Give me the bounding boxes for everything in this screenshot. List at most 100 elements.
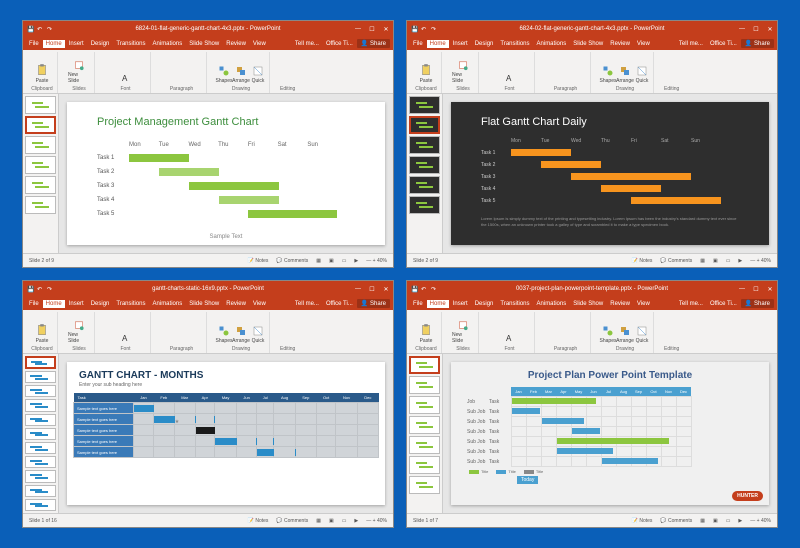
slide-thumbnail[interactable]	[409, 416, 440, 434]
save-icon[interactable]: 💾	[411, 286, 418, 293]
font-button[interactable]: A	[503, 60, 517, 84]
close-button[interactable]: ✕	[379, 26, 393, 33]
view-reading-icon[interactable]: ▭	[342, 258, 347, 264]
slide-thumbnail[interactable]	[25, 399, 56, 411]
slide-thumbnail[interactable]	[25, 196, 56, 214]
tab-review[interactable]: Review	[607, 300, 633, 308]
save-icon[interactable]: 💾	[411, 26, 418, 33]
view-sorter-icon[interactable]: ▣	[329, 258, 334, 264]
notes-button[interactable]: 📝 Notes	[632, 258, 653, 264]
tab-review[interactable]: Review	[607, 40, 633, 48]
minimize-button[interactable]: —	[735, 286, 749, 293]
tab-view[interactable]: View	[250, 300, 269, 308]
thumbnail-panel[interactable]	[407, 94, 443, 253]
thumbnail-panel[interactable]	[23, 354, 59, 513]
slide-thumbnail[interactable]	[409, 156, 440, 174]
slide-thumbnail[interactable]	[25, 414, 56, 426]
comments-button[interactable]: 💬 Comments	[276, 518, 308, 524]
tab-home[interactable]: Home	[43, 300, 65, 308]
share-button[interactable]: 👤 Share	[741, 299, 774, 308]
redo-icon[interactable]: ↷	[431, 286, 438, 293]
slide-thumbnail[interactable]	[409, 116, 440, 134]
maximize-button[interactable]: ☐	[365, 26, 379, 33]
paste-button[interactable]: Paste	[31, 60, 53, 84]
font-button[interactable]: A	[119, 320, 133, 344]
tab-transitions[interactable]: Transitions	[497, 40, 532, 48]
new-slide-button[interactable]: New Slide	[68, 320, 90, 344]
tab-review[interactable]: Review	[223, 300, 249, 308]
tab-design[interactable]: Design	[88, 300, 113, 308]
slide-thumbnail[interactable]	[25, 485, 56, 497]
thumbnail-panel[interactable]	[23, 94, 59, 253]
share-button[interactable]: 👤 Share	[741, 39, 774, 48]
tab-insert[interactable]: Insert	[450, 300, 471, 308]
slide-thumbnail[interactable]	[409, 356, 440, 374]
share-button[interactable]: 👤 Share	[357, 299, 390, 308]
slide-canvas[interactable]: GANTT CHART - MONTHS Enter your sub head…	[67, 362, 385, 505]
close-button[interactable]: ✕	[763, 286, 777, 293]
view-slideshow-icon[interactable]: ▶	[354, 518, 358, 524]
new-slide-button[interactable]: New Slide	[452, 320, 474, 344]
comments-button[interactable]: 💬 Comments	[276, 258, 308, 264]
tab-file[interactable]: File	[26, 40, 42, 48]
redo-icon[interactable]: ↷	[47, 26, 54, 33]
tab-home[interactable]: Home	[43, 40, 65, 48]
slide-thumbnail[interactable]	[25, 499, 56, 511]
view-normal-icon[interactable]: ▦	[316, 518, 321, 524]
view-reading-icon[interactable]: ▭	[726, 258, 731, 264]
arrange-button[interactable]: Arrange	[234, 60, 248, 84]
tab-animations[interactable]: Animations	[150, 40, 186, 48]
notes-button[interactable]: 📝 Notes	[632, 518, 653, 524]
paste-button[interactable]: Paste	[415, 60, 437, 84]
slide-thumbnail[interactable]	[409, 376, 440, 394]
shapes-button[interactable]: Shapes	[217, 60, 231, 84]
redo-icon[interactable]: ↷	[47, 286, 54, 293]
slide-thumbnail[interactable]	[25, 385, 56, 397]
tab-insert[interactable]: Insert	[450, 40, 471, 48]
minimize-button[interactable]: —	[351, 26, 365, 33]
font-button[interactable]: A	[503, 320, 517, 344]
view-normal-icon[interactable]: ▦	[700, 518, 705, 524]
maximize-button[interactable]: ☐	[749, 286, 763, 293]
tab-animations[interactable]: Animations	[534, 300, 570, 308]
maximize-button[interactable]: ☐	[749, 26, 763, 33]
tab-view[interactable]: View	[634, 40, 653, 48]
slide-thumbnail[interactable]	[25, 470, 56, 482]
slide-thumbnail[interactable]	[25, 356, 56, 369]
shapes-button[interactable]: Shapes	[217, 320, 231, 344]
view-slideshow-icon[interactable]: ▶	[738, 258, 742, 264]
tab-extra[interactable]: Office Ti...	[707, 40, 740, 48]
tab-animations[interactable]: Animations	[534, 40, 570, 48]
view-reading-icon[interactable]: ▭	[342, 518, 347, 524]
tab-design[interactable]: Design	[88, 40, 113, 48]
redo-icon[interactable]: ↷	[431, 26, 438, 33]
tab-transitions[interactable]: Transitions	[113, 300, 148, 308]
zoom-slider[interactable]: — + 40%	[750, 258, 771, 264]
slide-thumbnail[interactable]	[25, 136, 56, 154]
tab-extra[interactable]: Office Ti...	[323, 300, 356, 308]
slide-thumbnail[interactable]	[409, 456, 440, 474]
save-icon[interactable]: 💾	[27, 286, 34, 293]
view-slideshow-icon[interactable]: ▶	[738, 518, 742, 524]
tab-slide-show[interactable]: Slide Show	[570, 40, 606, 48]
tab-home[interactable]: Home	[427, 300, 449, 308]
tab-transitions[interactable]: Transitions	[113, 40, 148, 48]
view-reading-icon[interactable]: ▭	[726, 518, 731, 524]
font-button[interactable]: A	[119, 60, 133, 84]
slide-thumbnail[interactable]	[25, 156, 56, 174]
tab-slide-show[interactable]: Slide Show	[186, 300, 222, 308]
quick-styles-button[interactable]: Quick	[251, 320, 265, 344]
slide-canvas[interactable]: Project Plan Power Point Template JanFeb…	[451, 362, 769, 505]
maximize-button[interactable]: ☐	[365, 286, 379, 293]
view-slideshow-icon[interactable]: ▶	[354, 258, 358, 264]
arrange-button[interactable]: Arrange	[618, 320, 632, 344]
slide-thumbnail[interactable]	[409, 476, 440, 494]
tab-extra[interactable]: Tell me...	[292, 300, 322, 308]
minimize-button[interactable]: —	[351, 286, 365, 293]
view-sorter-icon[interactable]: ▣	[713, 518, 718, 524]
shapes-button[interactable]: Shapes	[601, 60, 615, 84]
comments-button[interactable]: 💬 Comments	[660, 518, 692, 524]
tab-extra[interactable]: Office Ti...	[323, 40, 356, 48]
tab-extra[interactable]: Office Ti...	[707, 300, 740, 308]
tab-file[interactable]: File	[410, 40, 426, 48]
